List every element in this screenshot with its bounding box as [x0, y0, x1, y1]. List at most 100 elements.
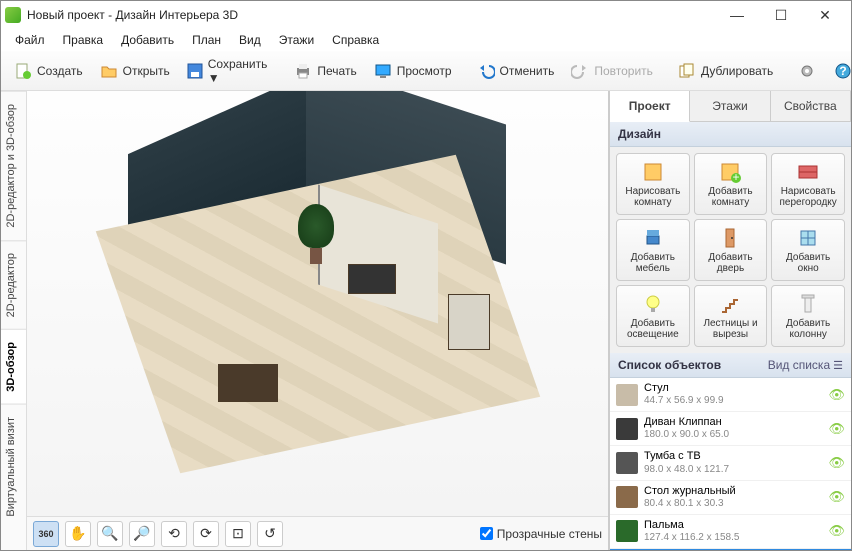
object-icon: [616, 452, 638, 474]
design-room[interactable]: Нарисовать комнату: [616, 153, 690, 215]
help-icon: ?: [833, 61, 852, 81]
visibility-icon[interactable]: 👁: [828, 421, 845, 437]
menu-Справка[interactable]: Справка: [324, 31, 387, 49]
object-row[interactable]: Стол журнальный80.4 x 80.1 x 30.3 👁: [610, 481, 851, 515]
undo-button[interactable]: Отменить: [470, 58, 561, 84]
rotate-x-button[interactable]: ⟲: [161, 521, 187, 547]
visibility-icon[interactable]: 👁: [828, 523, 845, 539]
object-name: Стол журнальный: [644, 485, 822, 498]
menu-Вид[interactable]: Вид: [231, 31, 269, 49]
tab-floors[interactable]: Этажи: [690, 91, 770, 121]
object-name: Тумба с ТВ: [644, 450, 822, 463]
toolbar: Создать Открыть Сохранить ▼ Печать Просм…: [1, 51, 851, 91]
right-panel: Проект Этажи Свойства Дизайн Нарисовать …: [609, 91, 851, 550]
right-tabs: Проект Этажи Свойства: [610, 91, 851, 122]
folder-open-icon: [99, 61, 119, 81]
help-button[interactable]: ?: [827, 58, 852, 84]
column-icon: [796, 292, 820, 316]
design-grid: Нарисовать комнату+Добавить комнатуНарис…: [610, 147, 851, 353]
duplicate-button[interactable]: Дублировать: [671, 58, 779, 84]
settings-button[interactable]: [791, 58, 823, 84]
object-name: Пальма: [644, 519, 822, 532]
object-name: Диван Клиппан: [644, 416, 822, 429]
room-icon: [641, 160, 665, 184]
menu-Файл[interactable]: Файл: [7, 31, 53, 49]
canvas-3d[interactable]: [27, 91, 608, 516]
object-dims: 127.4 x 116.2 x 158.5: [644, 532, 822, 544]
design-wall[interactable]: Нарисовать перегородку: [771, 153, 845, 215]
menu-Правка[interactable]: Правка: [55, 31, 112, 49]
tab-project[interactable]: Проект: [610, 91, 690, 122]
save-button[interactable]: Сохранить ▼: [180, 54, 276, 88]
lefttab-2d[interactable]: 2D-редактор: [1, 240, 26, 329]
undo-icon: [476, 61, 496, 81]
addroom-icon: +: [718, 160, 742, 184]
create-button[interactable]: Создать: [7, 58, 89, 84]
reset-view-button[interactable]: ↺: [257, 521, 283, 547]
fit-button[interactable]: ⊡: [225, 521, 251, 547]
titlebar: Новый проект - Дизайн Интерьера 3D — ☐ ✕: [1, 1, 851, 29]
stairs-icon: [718, 292, 742, 316]
maximize-button[interactable]: ☐: [759, 1, 803, 29]
menu-План[interactable]: План: [184, 31, 229, 49]
lefttab-virtual[interactable]: Виртуальный визит: [1, 404, 26, 529]
redo-button[interactable]: Повторить: [564, 58, 659, 84]
open-button[interactable]: Открыть: [93, 58, 176, 84]
wall-icon: [796, 160, 820, 184]
menubar: ФайлПравкаДобавитьПланВидЭтажиСправка: [1, 29, 851, 51]
tab-properties[interactable]: Свойства: [771, 91, 851, 121]
object-row[interactable]: Тумба с ТВ98.0 x 48.0 x 121.7👁: [610, 446, 851, 480]
objects-header: Список объектов Вид списка ☰: [610, 353, 851, 378]
zoom-in-button[interactable]: 🔍: [97, 521, 123, 547]
lefttab-3d[interactable]: 3D-обзор: [1, 329, 26, 404]
file-new-icon: [13, 61, 33, 81]
app-icon: [5, 7, 21, 23]
object-icon: [616, 384, 638, 406]
design-door[interactable]: Добавить дверь: [694, 219, 768, 281]
object-dims: 80.4 x 80.1 x 30.3: [644, 498, 822, 510]
pan-button[interactable]: ✋: [65, 521, 91, 547]
design-stairs[interactable]: Лестницы и вырезы: [694, 285, 768, 347]
object-dims: 44.7 x 56.9 x 99.9: [644, 395, 822, 407]
light-icon: [641, 292, 665, 316]
rotate-y-button[interactable]: ⟳: [193, 521, 219, 547]
list-view-mode[interactable]: Вид списка ☰: [768, 358, 843, 372]
visibility-icon[interactable]: 👁: [828, 489, 845, 505]
zoom-out-button[interactable]: 🔎: [129, 521, 155, 547]
print-button[interactable]: Печать: [287, 58, 362, 84]
design-column[interactable]: Добавить колонну: [771, 285, 845, 347]
transparent-walls-checkbox[interactable]: Прозрачные стены: [480, 527, 602, 541]
menu-Этажи[interactable]: Этажи: [271, 31, 322, 49]
window-icon: [796, 226, 820, 250]
orbit-360-button[interactable]: 360: [33, 521, 59, 547]
object-icon: [616, 418, 638, 440]
object-row[interactable]: Стул44.7 x 56.9 x 99.9 👁: [610, 378, 851, 412]
object-row[interactable]: Диван Клиппан180.0 x 90.0 x 65.0 👁: [610, 412, 851, 446]
svg-text:+: +: [733, 170, 740, 184]
object-row[interactable]: Светильник Версаче50.7 x 50.7 x 167.5👁: [610, 549, 851, 550]
duplicate-icon: [677, 61, 697, 81]
save-icon: [186, 61, 204, 81]
close-button[interactable]: ✕: [803, 1, 847, 29]
window-title: Новый проект - Дизайн Интерьера 3D: [27, 8, 715, 22]
gear-icon: [797, 61, 817, 81]
object-name: Стул: [644, 382, 822, 395]
design-header: Дизайн: [610, 122, 851, 147]
menu-Добавить[interactable]: Добавить: [113, 31, 182, 49]
object-list: Стул44.7 x 56.9 x 99.9👁Диван Клиппан180.…: [610, 378, 851, 550]
viewport-toolbar: 360 ✋ 🔍 🔎 ⟲ ⟳ ⊡ ↺ Прозрачные стены: [27, 516, 608, 550]
design-window[interactable]: Добавить окно: [771, 219, 845, 281]
visibility-icon[interactable]: 👁: [828, 387, 845, 403]
object-dims: 180.0 x 90.0 x 65.0: [644, 429, 822, 441]
design-light[interactable]: Добавить освещение: [616, 285, 690, 347]
object-row[interactable]: Пальма127.4 x 116.2 x 158.5 👁: [610, 515, 851, 549]
door-icon: [718, 226, 742, 250]
object-icon: [616, 486, 638, 508]
visibility-icon[interactable]: 👁: [828, 455, 845, 471]
minimize-button[interactable]: —: [715, 1, 759, 29]
viewport-3d[interactable]: 360 ✋ 🔍 🔎 ⟲ ⟳ ⊡ ↺ Прозрачные стены: [27, 91, 609, 550]
lefttab-2d3d[interactable]: 2D-редактор и 3D-обзор: [1, 91, 26, 240]
design-chair[interactable]: Добавить мебель: [616, 219, 690, 281]
preview-button[interactable]: Просмотр: [367, 58, 458, 84]
design-addroom[interactable]: +Добавить комнату: [694, 153, 768, 215]
